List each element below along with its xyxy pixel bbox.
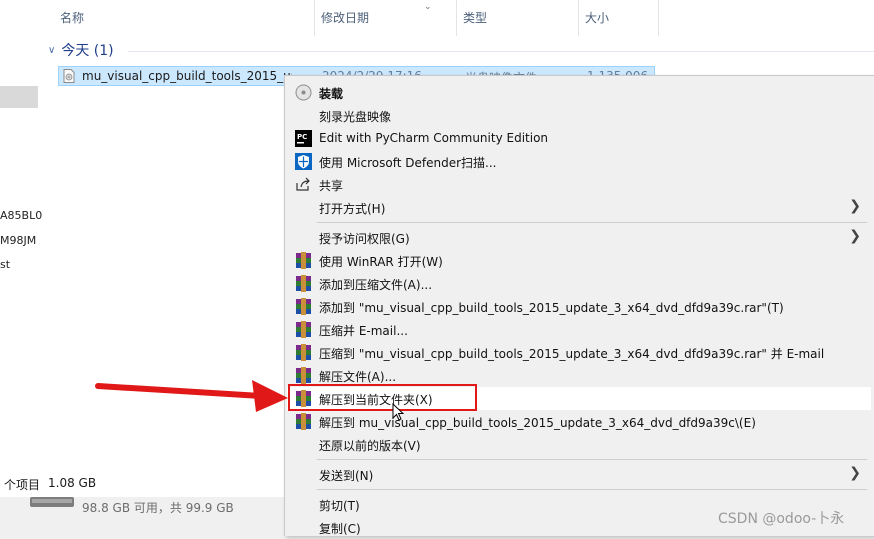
mouse-cursor-icon (392, 403, 404, 421)
watermark-text: CSDN @odoo-卜永 (718, 511, 845, 527)
annotation-arrow (95, 380, 288, 412)
